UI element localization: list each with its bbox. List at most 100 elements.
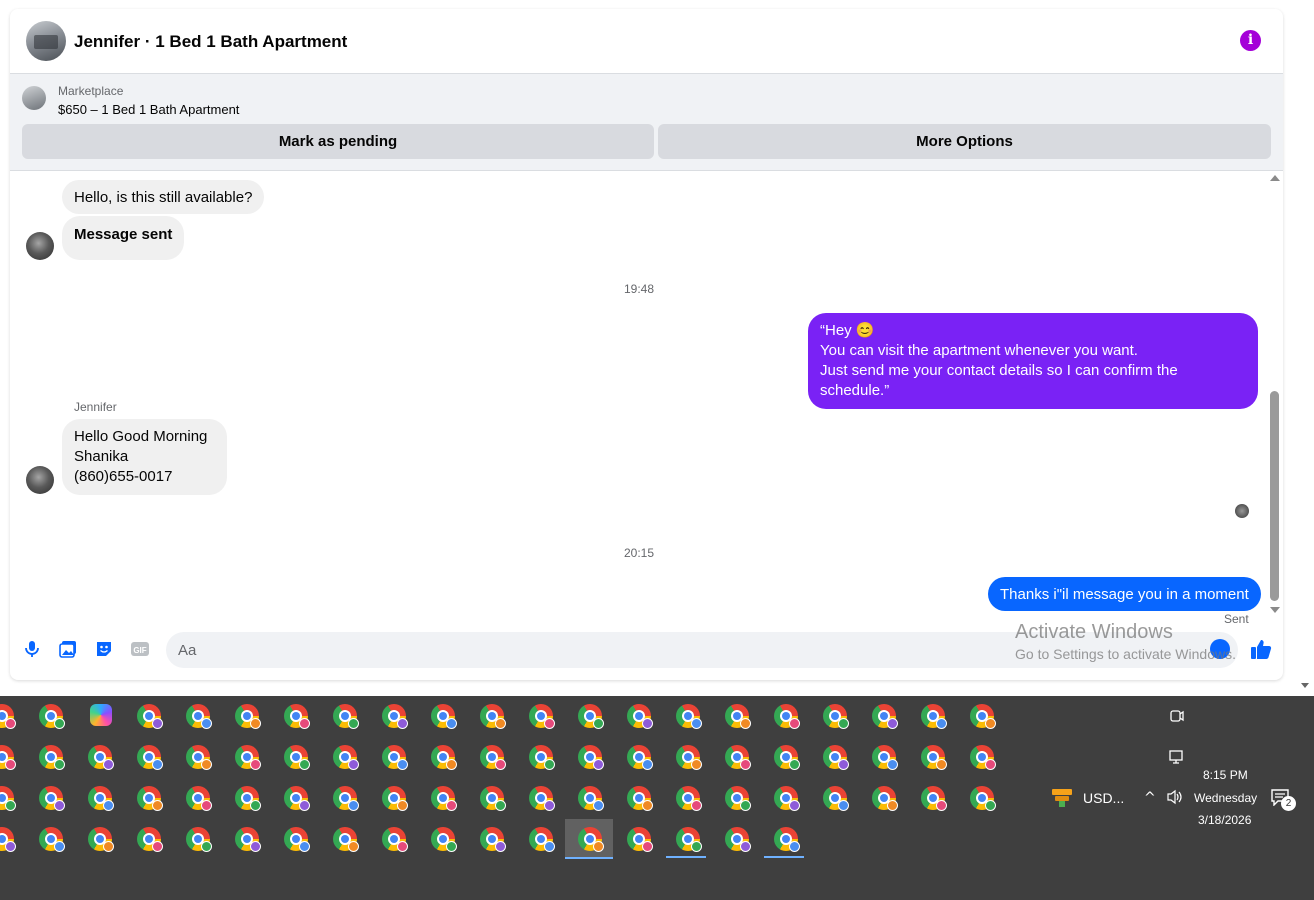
copilot-icon[interactable] [90, 704, 112, 726]
scroll-up-arrow-icon[interactable] [1270, 175, 1280, 181]
profile-badge-icon [691, 718, 702, 729]
svg-text:GIF: GIF [133, 646, 146, 655]
profile-badge-icon [103, 759, 114, 770]
scroll-thumb[interactable] [1270, 391, 1279, 601]
profile-badge-icon [985, 759, 996, 770]
sender-name: Jennifer [74, 400, 117, 414]
profile-badge-icon [152, 841, 163, 852]
profile-badge-icon [789, 841, 800, 852]
mark-as-pending-button[interactable]: Mark as pending [22, 124, 654, 159]
volume-icon[interactable] [1166, 789, 1184, 805]
profile-badge-icon [201, 800, 212, 811]
like-icon[interactable] [1250, 638, 1272, 660]
profile-badge-icon [593, 841, 604, 852]
emoji-icon[interactable] [1210, 639, 1230, 659]
profile-badge-icon [691, 800, 702, 811]
profile-badge-icon [201, 841, 212, 852]
profile-badge-icon [299, 800, 310, 811]
profile-badge-icon [642, 841, 653, 852]
meet-now-icon[interactable] [1168, 708, 1184, 724]
notification-count-badge: 2 [1281, 796, 1296, 811]
profile-badge-icon [5, 841, 16, 852]
profile-badge-icon [544, 841, 555, 852]
gif-icon[interactable]: GIF [130, 639, 150, 659]
chat-window: Jennifer · 1 Bed 1 Bath Apartment i Mark… [10, 9, 1283, 680]
more-options-button[interactable]: More Options [658, 124, 1271, 159]
currency-label[interactable]: USD... [1083, 790, 1124, 806]
profile-badge-icon [936, 718, 947, 729]
profile-badge-icon [642, 759, 653, 770]
profile-badge-icon [593, 718, 604, 729]
profile-badge-icon [691, 759, 702, 770]
chat-header: Jennifer · 1 Bed 1 Bath Apartment i [10, 9, 1283, 74]
profile-badge-icon [54, 800, 65, 811]
profile-badge-icon [740, 800, 751, 811]
profile-badge-icon [495, 718, 506, 729]
profile-badge-icon [642, 800, 653, 811]
composer: GIF [10, 629, 1283, 671]
clock-time[interactable]: 8:15 PM [1203, 768, 1248, 782]
clock-date[interactable]: 3/18/2026 [1198, 813, 1251, 827]
currency-icon[interactable] [1050, 786, 1074, 808]
profile-badge-icon [446, 800, 457, 811]
profile-badge-icon [299, 841, 310, 852]
profile-badge-icon [299, 759, 310, 770]
profile-badge-icon [789, 759, 800, 770]
message-bubble-incoming: Hello Good Morning Shanika (860)655-0017 [62, 419, 227, 495]
profile-badge-icon [299, 718, 310, 729]
listing-avatar[interactable] [26, 21, 66, 61]
profile-badge-icon [348, 841, 359, 852]
message-bubble-outgoing: Thanks i"il message you in a moment [988, 577, 1261, 611]
message-bubble-incoming: Message sent [62, 216, 185, 260]
profile-badge-icon [495, 841, 506, 852]
profile-badge-icon [789, 718, 800, 729]
profile-badge-icon [397, 841, 408, 852]
marketplace-bar: Marketplace $650 – 1 Bed 1 Bath Apartmen… [10, 74, 1283, 171]
profile-badge-icon [789, 800, 800, 811]
profile-badge-icon [152, 718, 163, 729]
chat-title[interactable]: Jennifer · 1 Bed 1 Bath Apartment [74, 32, 347, 52]
chevron-up-icon[interactable]: ^ [1144, 790, 1156, 806]
profile-badge-icon [397, 800, 408, 811]
profile-badge-icon [5, 718, 16, 729]
profile-badge-icon [397, 759, 408, 770]
listing-thumbnail[interactable] [22, 86, 46, 110]
message-bubble-outgoing: “Hey 😊 You can visit the apartment whene… [808, 313, 1258, 409]
profile-badge-icon [838, 800, 849, 811]
profile-badge-icon [54, 841, 65, 852]
listing-title[interactable]: $650 – 1 Bed 1 Bath Apartment [58, 102, 239, 117]
photo-icon[interactable] [58, 639, 78, 659]
scroll-down-arrow-icon[interactable] [1270, 607, 1280, 613]
profile-badge-icon [887, 800, 898, 811]
message-list[interactable]: Hello, is this still available? Message … [10, 171, 1283, 626]
profile-badge-icon [985, 800, 996, 811]
contact-avatar[interactable] [26, 466, 54, 494]
profile-badge-icon [348, 718, 359, 729]
profile-badge-icon [103, 841, 114, 852]
profile-badge-icon [250, 800, 261, 811]
profile-badge-icon [936, 759, 947, 770]
profile-badge-icon [887, 759, 898, 770]
profile-badge-icon [740, 759, 751, 770]
profile-badge-icon [397, 718, 408, 729]
profile-badge-icon [544, 759, 555, 770]
info-icon[interactable]: i [1240, 30, 1261, 51]
message-scrollbar[interactable] [1268, 171, 1282, 621]
profile-badge-icon [348, 759, 359, 770]
profile-badge-icon [152, 759, 163, 770]
microphone-icon[interactable] [22, 639, 42, 659]
running-indicator [666, 856, 706, 858]
profile-badge-icon [250, 759, 261, 770]
profile-badge-icon [740, 841, 751, 852]
page-scroll-down-arrow-icon[interactable] [1301, 683, 1309, 688]
clock-day[interactable]: Wednesday [1194, 791, 1257, 805]
contact-avatar[interactable] [26, 232, 54, 260]
profile-badge-icon [446, 759, 457, 770]
display-icon[interactable] [1168, 749, 1184, 765]
profile-badge-icon [103, 800, 114, 811]
profile-badge-icon [152, 800, 163, 811]
message-input[interactable] [166, 632, 1238, 668]
sticker-icon[interactable] [94, 639, 114, 659]
profile-badge-icon [985, 718, 996, 729]
running-indicator [764, 856, 804, 858]
